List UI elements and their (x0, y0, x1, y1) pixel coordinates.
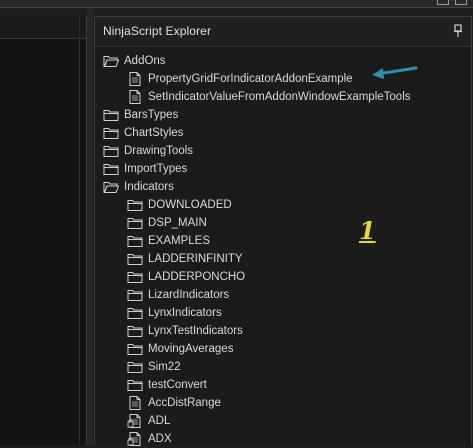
window-button-icon[interactable] (437, 0, 449, 5)
tree-item-label: ADX (148, 433, 172, 445)
tree-folder-item[interactable]: Indicators (103, 178, 174, 196)
tree-file-item[interactable]: ADX (127, 430, 172, 448)
toolbar-divider (0, 7, 473, 8)
locked-file-icon (127, 432, 143, 446)
left-panel-divider (79, 16, 80, 445)
tree-item-label: LizardIndicators (148, 289, 230, 301)
tree-folder-item[interactable]: EXAMPLES (127, 232, 210, 250)
tree-folder-item[interactable]: LynxIndicators (127, 304, 222, 322)
tree-file-item[interactable]: ADL (127, 412, 170, 430)
tree-folder-item[interactable]: DOWNLOADED (127, 196, 232, 214)
folder-icon (127, 234, 143, 248)
file-icon (127, 396, 143, 410)
tree-item-label: DrawingTools (124, 145, 194, 157)
folder-icon (103, 162, 119, 176)
tree-folder-item[interactable]: testConvert (127, 376, 207, 394)
folder-icon (103, 126, 119, 140)
tree-item-label: ImportTypes (124, 163, 188, 175)
tree-folder-item[interactable]: LADDERINFINITY (127, 250, 243, 268)
tree-item-label: Sim22 (148, 361, 181, 373)
tree-folder-item[interactable]: DrawingTools (103, 142, 193, 160)
tree-item-label: LADDERPONCHO (148, 271, 246, 283)
tree-file-item[interactable]: PropertyGridForIndicatorAddonExample (127, 70, 353, 88)
folder-icon (127, 324, 143, 338)
folder-icon (127, 252, 143, 266)
folder-icon (127, 270, 143, 284)
tree-folder-item[interactable]: LynxTestIndicators (127, 322, 243, 340)
folder-open-icon (103, 180, 119, 194)
folder-icon (103, 144, 119, 158)
tree-item-label: LynxTestIndicators (148, 325, 243, 337)
tree-item-label: EXAMPLES (148, 235, 210, 247)
tree-item-label: LADDERINFINITY (148, 253, 243, 265)
tree-folder-item[interactable]: Sim22 (127, 358, 181, 376)
left-panel-header (0, 16, 86, 39)
tree-folder-item[interactable]: ImportTypes (103, 160, 187, 178)
tree-item-label: Indicators (124, 181, 174, 193)
folder-icon (103, 108, 119, 122)
tree-file-item[interactable]: SetIndicatorValueFromAddonWindowExampleT… (127, 88, 411, 106)
panel-splitter[interactable] (87, 8, 93, 445)
folder-icon (127, 288, 143, 302)
tree-folder-item[interactable]: BarsTypes (103, 106, 178, 124)
top-toolbar-strip (0, 0, 473, 8)
tree-item-label: BarsTypes (124, 109, 179, 121)
folder-icon (127, 360, 143, 374)
pin-icon[interactable] (453, 24, 463, 38)
tree-folder-item[interactable]: MovingAverages (127, 340, 233, 358)
file-icon (127, 90, 143, 104)
annotation-arrow-icon (372, 66, 418, 79)
tree-item-label: MovingAverages (148, 343, 234, 355)
tree-item-label: PropertyGridForIndicatorAddonExample (148, 73, 353, 85)
tree-folder-item[interactable]: LizardIndicators (127, 286, 229, 304)
tree-folder-item[interactable]: LADDERPONCHO (127, 268, 245, 286)
folder-icon (127, 342, 143, 356)
explorer-title: NinjaScript Explorer (103, 24, 212, 38)
folder-icon (127, 198, 143, 212)
locked-file-icon (127, 414, 143, 428)
folder-open-icon (103, 54, 119, 68)
window-button-icon[interactable] (455, 0, 467, 5)
tree-folder-item[interactable]: AddOns (103, 52, 166, 70)
tree-item-label: ChartStyles (124, 127, 184, 139)
folder-icon (127, 306, 143, 320)
tree-item-label: AccDistRange (148, 397, 221, 409)
file-icon (127, 72, 143, 86)
tree-item-label: ADL (148, 415, 171, 427)
tree-item-label: DSP_MAIN (148, 217, 207, 229)
annotation-marker: 1 (359, 216, 376, 245)
tree-file-item[interactable]: AccDistRange (127, 394, 221, 412)
explorer-title-bar: NinjaScript Explorer (95, 17, 471, 47)
tree-item-label: AddOns (124, 55, 166, 67)
left-panel (0, 16, 87, 445)
folder-icon (127, 378, 143, 392)
tree-folder-item[interactable]: DSP_MAIN (127, 214, 207, 232)
tree-folder-item[interactable]: ChartStyles (103, 124, 183, 142)
tree-item-label: DOWNLOADED (148, 199, 232, 211)
tree-item-label: SetIndicatorValueFromAddonWindowExampleT… (148, 91, 411, 103)
tree-item-label: LynxIndicators (148, 307, 222, 319)
folder-icon (127, 216, 143, 230)
tree-item-label: testConvert (148, 379, 207, 391)
